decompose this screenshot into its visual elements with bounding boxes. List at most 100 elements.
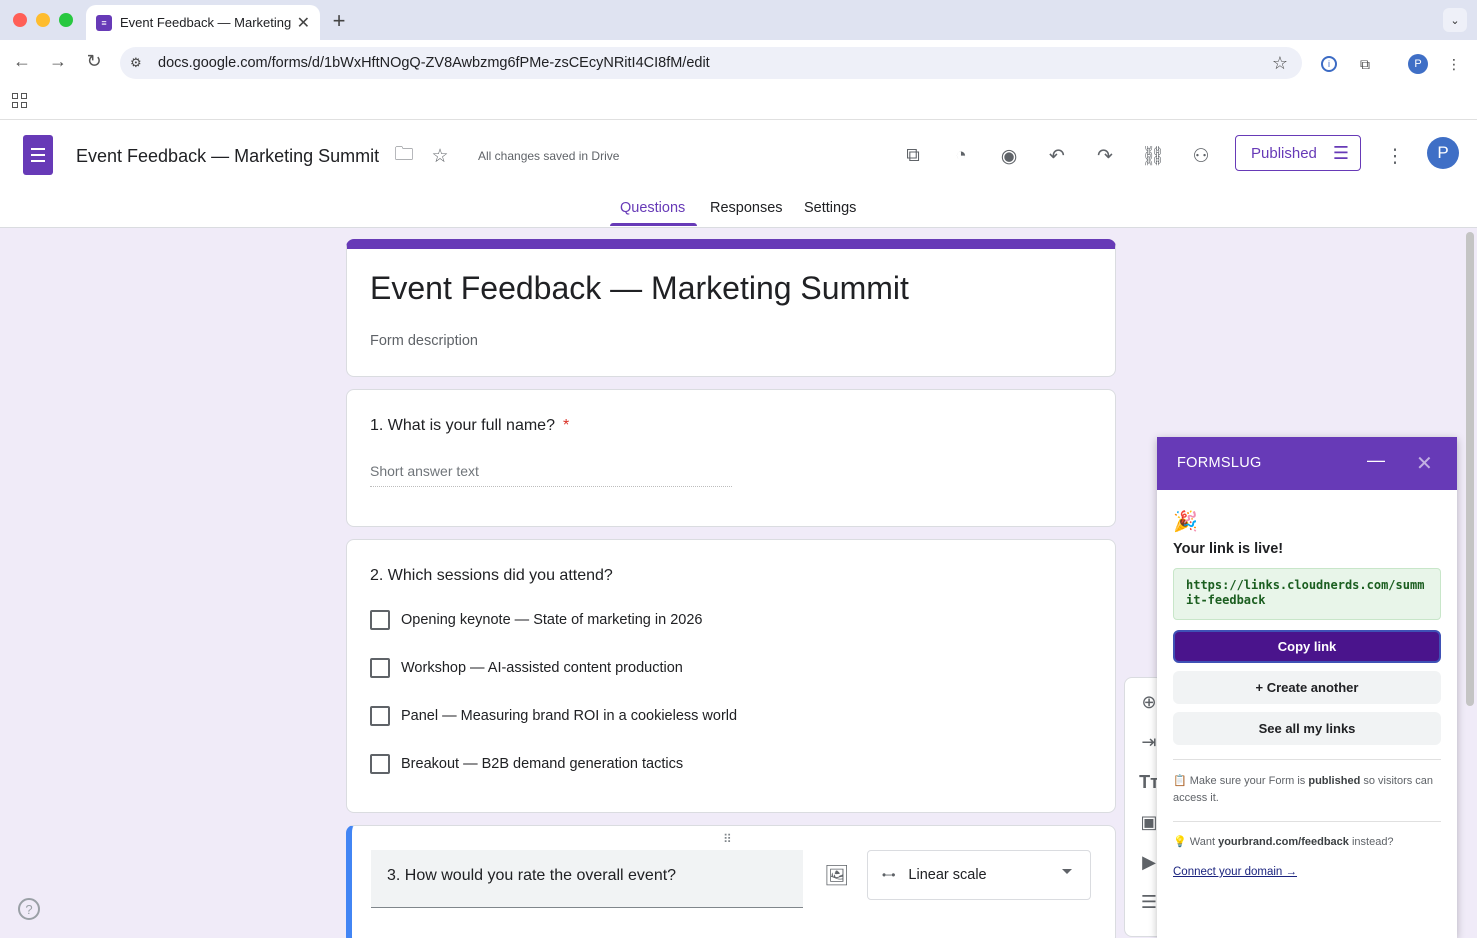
customize-theme-palette-icon[interactable]: ◔: [948, 143, 974, 169]
chevron-down-icon: [1062, 869, 1072, 874]
checkbox-option[interactable]: Workshop — AI-assisted content productio…: [370, 658, 683, 678]
formslug-panel: FORMSLUG — ✕ 🎉 Your link is live! https:…: [1157, 437, 1457, 938]
google-forms-logo-icon[interactable]: [23, 135, 53, 175]
question-3-title-input[interactable]: 3. How would you rate the overall event?: [371, 850, 803, 908]
formslug-brand: FORMSLUG: [1177, 455, 1262, 471]
account-avatar[interactable]: P: [1427, 137, 1459, 169]
browser-menu-icon[interactable]: ⋮: [1443, 53, 1465, 75]
bookmarks-bar: [0, 86, 1477, 120]
question-type-label: Linear scale: [908, 867, 987, 883]
profile-avatar[interactable]: P: [1407, 53, 1429, 75]
form-title[interactable]: Event Feedback — Marketing Summit: [370, 270, 909, 307]
add-collaborator-icon[interactable]: ⚇: [1188, 143, 1214, 169]
omnibox[interactable]: ⚙ docs.google.com/forms/d/1bWxHftNOgQ-ZV…: [120, 47, 1302, 79]
published-label: Published: [1251, 144, 1317, 162]
divider: [1173, 821, 1441, 822]
publish-note-prefix: 📋 Make sure your Form is: [1173, 775, 1309, 787]
copy-link-button[interactable]: Copy link: [1173, 630, 1441, 663]
star-icon[interactable]: ☆: [427, 143, 453, 169]
scrollbar-thumb[interactable]: [1466, 232, 1474, 706]
add-image-icon[interactable]: 🖼: [824, 863, 849, 888]
tab-responses[interactable]: Responses: [710, 200, 783, 216]
maximize-window-icon[interactable]: [59, 13, 73, 27]
add-question-icon[interactable]: ⊕: [1139, 692, 1159, 713]
reload-icon[interactable]: ↻: [82, 51, 106, 72]
active-tab-indicator: [610, 223, 697, 226]
password-manager-icon[interactable]: i: [1318, 53, 1340, 75]
bookmark-star-icon[interactable]: ☆: [1272, 53, 1288, 74]
option-label: Opening keynote — State of marketing in …: [401, 612, 703, 628]
question-card-1[interactable]: [346, 389, 1116, 527]
addons-puzzle-icon[interactable]: ⧉: [900, 143, 926, 169]
link-live-heading: Your link is live!: [1173, 541, 1284, 557]
tab-questions[interactable]: Questions: [620, 200, 685, 216]
add-section-icon[interactable]: ☰: [1139, 892, 1159, 913]
move-to-folder-icon[interactable]: 🗀: [391, 143, 417, 169]
add-title-icon[interactable]: Tт: [1139, 772, 1159, 793]
connect-domain-link[interactable]: Connect your domain →: [1173, 866, 1297, 878]
checkbox-option[interactable]: Breakout — B2B demand generation tactics: [370, 754, 683, 774]
forward-icon[interactable]: →: [46, 51, 70, 72]
close-icon[interactable]: ✕: [1416, 451, 1433, 476]
option-label: Breakout — B2B demand generation tactics: [401, 756, 684, 772]
option-label: Workshop — AI-assisted content productio…: [401, 660, 683, 676]
minimize-window-icon[interactable]: [36, 13, 50, 27]
import-questions-icon[interactable]: ⇥: [1139, 732, 1159, 753]
copy-link-icon[interactable]: ⛓: [1140, 143, 1166, 169]
create-another-button[interactable]: + Create another: [1173, 671, 1441, 704]
form-title-card[interactable]: [346, 239, 1116, 377]
question-1-text: 1. What is your full name? *: [370, 417, 569, 435]
divider: [1173, 759, 1441, 760]
preview-eye-icon[interactable]: ◉: [996, 143, 1022, 169]
publish-note: 📋 Make sure your Form is published so vi…: [1173, 773, 1441, 807]
browser-tab[interactable]: ≡ Event Feedback — Marketing ✕: [86, 5, 320, 40]
party-popper-icon: 🎉: [1173, 511, 1198, 533]
checkbox-icon[interactable]: [370, 754, 390, 774]
checkbox-icon[interactable]: [370, 706, 390, 726]
site-info-icon[interactable]: ⚙: [130, 55, 146, 71]
form-description-field[interactable]: Form description: [370, 333, 478, 349]
linear-scale-icon: •−•: [882, 868, 895, 882]
tab-settings[interactable]: Settings: [804, 200, 856, 216]
formslug-panel-header: FORMSLUG — ✕: [1157, 437, 1457, 490]
tab-search-icon[interactable]: ⌄: [1443, 8, 1467, 32]
drag-handle-icon[interactable]: ⠿: [723, 832, 733, 846]
extensions-icon[interactable]: ⧉: [1354, 53, 1376, 75]
short-answer-field: Short answer text: [370, 463, 732, 487]
add-image-icon[interactable]: ▣: [1139, 812, 1159, 833]
help-icon[interactable]: ?: [18, 898, 40, 920]
apps-grid-icon[interactable]: [12, 93, 27, 108]
close-tab-icon[interactable]: ✕: [297, 13, 310, 33]
question-type-select[interactable]: •−• Linear scale: [867, 850, 1091, 900]
option-label: Panel — Measuring brand ROI in a cookiel…: [401, 708, 738, 724]
required-asterisk: *: [562, 417, 570, 434]
undo-icon[interactable]: ↶: [1044, 143, 1070, 169]
see-all-links-button[interactable]: See all my links: [1173, 712, 1441, 745]
domain-note-suffix: instead?: [1348, 836, 1394, 848]
url-text[interactable]: docs.google.com/forms/d/1bWxHftNOgQ-ZV8A…: [158, 55, 1272, 71]
checkbox-option[interactable]: Panel — Measuring brand ROI in a cookiel…: [370, 706, 737, 726]
domain-note-bold: yourbrand.com/feedback: [1218, 836, 1349, 848]
minimize-icon[interactable]: —: [1367, 450, 1385, 471]
document-title[interactable]: Event Feedback — Marketing Summit: [76, 146, 379, 167]
question-2-text: 2. Which sessions did you attend?: [370, 567, 613, 584]
checkbox-option[interactable]: Opening keynote — State of marketing in …: [370, 610, 702, 630]
add-video-icon[interactable]: ▶: [1139, 852, 1159, 873]
domain-note-prefix: 💡 Want: [1173, 836, 1219, 848]
question-1-label: 1. What is your full name?: [370, 417, 555, 434]
publish-note-bold: published: [1308, 775, 1361, 787]
profile-initial: P: [1408, 54, 1428, 74]
settings-sliders-icon: ☰: [1332, 142, 1350, 163]
forms-favicon-icon: ≡: [96, 14, 112, 31]
published-button[interactable]: Published ☰: [1235, 135, 1361, 171]
more-options-icon[interactable]: ⋮: [1382, 143, 1408, 169]
custom-domain-note: 💡 Want yourbrand.com/feedback instead?: [1173, 834, 1441, 851]
tab-title: Event Feedback — Marketing: [120, 15, 291, 30]
redo-icon[interactable]: ↷: [1092, 143, 1118, 169]
checkbox-icon[interactable]: [370, 610, 390, 630]
close-window-icon[interactable]: [13, 13, 27, 27]
new-tab-button[interactable]: +: [328, 8, 350, 34]
checkbox-icon[interactable]: [370, 658, 390, 678]
generated-link[interactable]: https://links.cloudnerds.com/summit-feed…: [1173, 568, 1441, 620]
back-icon[interactable]: ←: [10, 51, 34, 72]
